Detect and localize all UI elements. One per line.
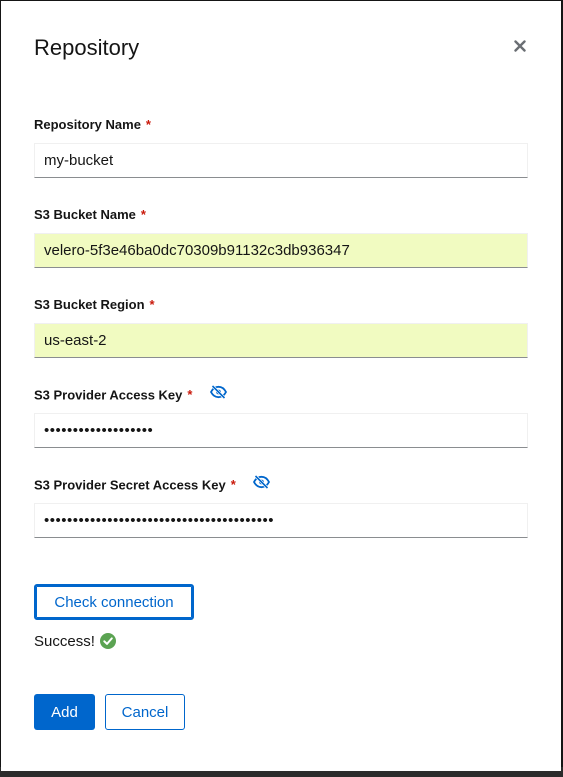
- secret-key-label-text: S3 Provider Secret Access Key: [34, 477, 226, 493]
- access-key-label: S3 Provider Access Key *: [34, 384, 228, 405]
- close-icon: [514, 40, 526, 52]
- bucket-name-label: S3 Bucket Name *: [34, 207, 146, 223]
- required-marker: *: [145, 117, 151, 132]
- required-marker: *: [140, 207, 146, 222]
- add-button[interactable]: Add: [34, 694, 95, 730]
- repository-modal: Repository Repository Name * S3 Bucket Na…: [1, 1, 561, 771]
- required-marker: *: [187, 387, 193, 403]
- secret-key-input[interactable]: [34, 503, 528, 538]
- status-text: Success!: [34, 632, 95, 650]
- repository-name-label-text: Repository Name: [34, 117, 141, 132]
- secret-key-label: S3 Provider Secret Access Key *: [34, 474, 271, 495]
- repository-name-input[interactable]: [34, 143, 528, 178]
- eye-slash-icon[interactable]: [253, 474, 271, 493]
- check-connection-button[interactable]: Check connection: [34, 584, 194, 620]
- bucket-name-label-text: S3 Bucket Name: [34, 207, 136, 222]
- access-key-input[interactable]: [34, 413, 528, 448]
- check-circle-icon: [99, 633, 116, 649]
- modal-title: Repository: [34, 35, 140, 60]
- access-key-label-text: S3 Provider Access Key: [34, 387, 183, 403]
- repository-name-label: Repository Name *: [34, 117, 151, 133]
- bucket-region-label: S3 Bucket Region *: [34, 297, 155, 313]
- connection-status: Success!: [34, 631, 116, 651]
- required-marker: *: [149, 297, 155, 312]
- eye-slash-icon[interactable]: [210, 384, 228, 403]
- bucket-region-label-text: S3 Bucket Region: [34, 297, 145, 312]
- close-button[interactable]: [509, 35, 531, 57]
- required-marker: *: [230, 477, 236, 493]
- bucket-region-input[interactable]: [34, 323, 528, 358]
- cancel-button[interactable]: Cancel: [105, 694, 185, 730]
- bucket-name-input[interactable]: [34, 233, 528, 268]
